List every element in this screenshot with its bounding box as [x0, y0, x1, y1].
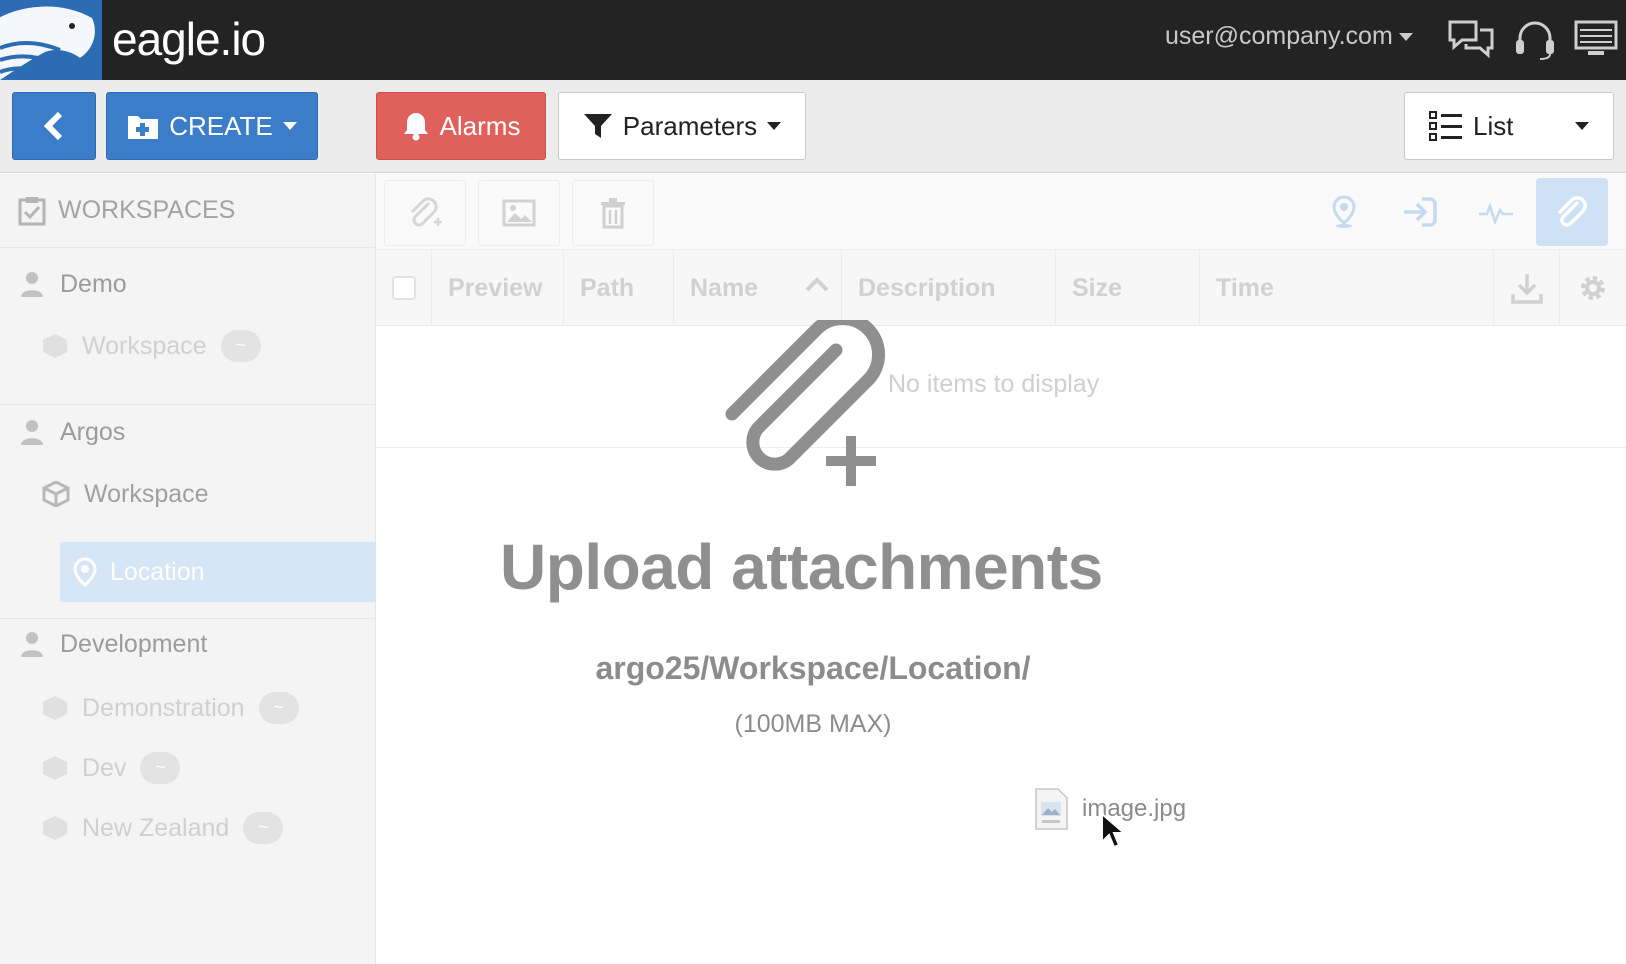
column-header-preview[interactable]: Preview — [432, 250, 564, 326]
user-menu[interactable]: user@company.com — [1165, 22, 1413, 51]
dragged-file-name: image.jpg — [1082, 795, 1187, 822]
parameters-button[interactable]: Parameters — [558, 92, 806, 160]
eagle-logo-icon[interactable] — [0, 0, 102, 80]
empty-message: No items to display — [888, 370, 1100, 398]
sidebar-group-argos[interactable]: Argos — [0, 408, 376, 456]
table-header: Preview Path Name Description Size Time — [376, 250, 1626, 326]
monitor-icon[interactable] — [1574, 18, 1620, 60]
parameters-view-button[interactable] — [1460, 178, 1532, 246]
attachments-action-bar — [376, 174, 1626, 250]
cube-icon — [43, 756, 67, 780]
cursor-arrow-icon — [1101, 812, 1126, 849]
column-header-description[interactable]: Description — [842, 250, 1056, 326]
app-name[interactable]: eagle.io — [112, 12, 266, 66]
chevron-left-icon — [43, 111, 63, 141]
upload-title: Upload attachments — [500, 531, 1103, 603]
paperclip-plus-icon — [725, 320, 886, 486]
sidebar-item-label: New Zealand — [82, 813, 230, 842]
create-button[interactable]: CREATE — [106, 92, 318, 160]
settings-cell[interactable] — [1560, 250, 1626, 326]
sidebar-group-label: Demo — [60, 269, 127, 298]
folder-plus-icon — [128, 116, 159, 139]
upload-size-limit: (100MB MAX) — [734, 710, 892, 738]
jpeg-file-icon — [1035, 788, 1068, 830]
list-icon — [1429, 111, 1462, 141]
cube-open-icon — [42, 481, 70, 507]
sources-view-button[interactable] — [1384, 178, 1456, 246]
create-label: CREATE — [169, 110, 273, 141]
sidebar-item-workspace[interactable]: Workspace — [42, 474, 209, 514]
divider — [0, 618, 376, 619]
sidebar-group-label: Argos — [60, 417, 126, 446]
column-header-size[interactable]: Size — [1056, 250, 1200, 326]
chevron-down-icon — [767, 122, 782, 130]
view-label: List — [1473, 110, 1514, 141]
sidebar-item-label: Workspace — [84, 479, 209, 508]
view-select[interactable]: List — [1404, 92, 1614, 160]
status-badge: ~ — [220, 330, 261, 362]
alarms-button[interactable]: Alarms — [376, 92, 546, 160]
sidebar-group-demo[interactable]: Demo — [0, 260, 376, 308]
gear-icon — [1581, 276, 1605, 300]
trash-icon — [601, 198, 625, 229]
add-attachment-button[interactable] — [384, 180, 466, 246]
user-icon — [21, 420, 43, 445]
sidebar-item-dev[interactable]: Dev ~ — [42, 748, 181, 788]
user-email: user@company.com — [1165, 22, 1393, 50]
alarms-label: Alarms — [439, 110, 521, 141]
chevron-down-icon — [1575, 122, 1589, 130]
chevron-down-icon — [282, 122, 297, 130]
location-pin-icon — [73, 557, 97, 587]
chat-icon[interactable] — [1448, 18, 1494, 60]
location-pin-icon — [1332, 195, 1356, 228]
upload-path: argo25/Workspace/Location/ — [595, 650, 1031, 686]
parameters-label: Parameters — [622, 110, 758, 141]
main-toolbar: CREATE Alarms Parameters List — [0, 80, 1626, 173]
divider — [0, 404, 376, 405]
download-cell[interactable] — [1494, 250, 1560, 326]
column-header-path[interactable]: Path — [564, 250, 674, 326]
paperclip-icon — [1557, 196, 1587, 227]
pulse-icon — [1479, 202, 1513, 224]
headset-icon[interactable] — [1512, 18, 1558, 60]
image-button[interactable] — [478, 180, 560, 246]
delete-button[interactable] — [572, 180, 654, 246]
location-view-button[interactable] — [1308, 178, 1380, 246]
sidebar-item-location[interactable]: Location — [60, 542, 376, 602]
select-all-cell — [376, 250, 432, 326]
sidebar-item-workspace[interactable]: Workspace ~ — [42, 326, 261, 366]
select-all-checkbox[interactable] — [392, 276, 416, 300]
user-icon — [21, 272, 43, 297]
sidebar-item-label: Dev — [82, 753, 127, 782]
chevron-down-icon — [1398, 32, 1413, 41]
image-icon — [502, 199, 536, 227]
sort-up-icon — [805, 277, 829, 292]
download-icon — [1510, 274, 1543, 304]
sidebar-header-label: WORKSPACES — [58, 196, 236, 224]
bell-icon — [403, 113, 428, 141]
paperclip-plus-icon — [410, 197, 442, 227]
back-button[interactable] — [12, 92, 96, 160]
cube-icon — [43, 816, 67, 840]
status-badge: ~ — [243, 812, 284, 844]
cube-icon — [43, 334, 67, 358]
top-bar: eagle.io user@company.com — [0, 0, 1626, 80]
filter-icon — [583, 114, 612, 138]
sidebar-item-new-zealand[interactable]: New Zealand ~ — [42, 808, 284, 848]
sidebar-item-label: Workspace — [82, 331, 207, 360]
sidebar-header: WORKSPACES — [0, 174, 376, 248]
column-header-time[interactable]: Time — [1200, 250, 1494, 326]
workspace-sidebar: WORKSPACES Demo Workspace ~ Argos Worksp… — [0, 174, 376, 964]
status-badge: ~ — [140, 752, 181, 784]
sign-in-icon — [1404, 197, 1437, 227]
column-header-name[interactable]: Name — [674, 250, 842, 326]
clipboard-check-icon — [18, 196, 46, 225]
attachments-view-button[interactable] — [1536, 178, 1608, 246]
sidebar-item-label: Location — [110, 557, 205, 586]
